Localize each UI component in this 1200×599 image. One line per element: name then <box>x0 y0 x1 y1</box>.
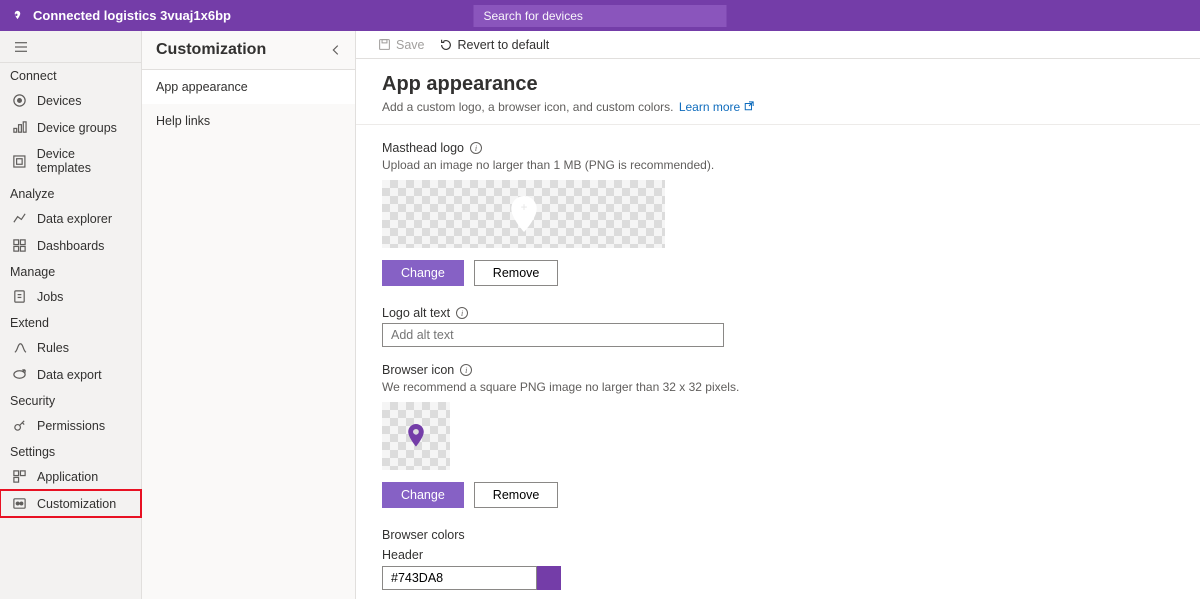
subnav-title: Customization <box>156 41 266 59</box>
bar-icon <box>12 120 27 135</box>
pin-icon <box>407 424 425 448</box>
nav-item-label: Jobs <box>37 290 63 304</box>
nav-item-label: Rules <box>37 341 69 355</box>
left-nav: Connect Devices Device groups Device templa… <box>0 31 142 599</box>
nav-item-label: Permissions <box>37 419 105 433</box>
chevron-left-icon[interactable] <box>329 43 343 57</box>
remove-browser-icon-button[interactable]: Remove <box>474 482 559 508</box>
browser-icon-label: Browser icon <box>382 363 454 377</box>
nav-item-label: Device templates <box>37 147 131 175</box>
app-icon <box>12 469 27 484</box>
save-label: Save <box>396 38 425 52</box>
form-content: Masthead logo i Upload an image no larger… <box>356 125 1200 599</box>
nav-item-label: Customization <box>37 497 116 511</box>
remove-masthead-button[interactable]: Remove <box>474 260 559 286</box>
nav-item-customization[interactable]: Customization <box>0 490 141 517</box>
templates-icon <box>12 154 27 169</box>
browser-icon-preview <box>382 402 450 470</box>
header-color-input[interactable] <box>382 566 537 590</box>
nav-item-device-groups[interactable]: Device groups <box>0 114 141 141</box>
masthead-label: Masthead logo <box>382 141 464 155</box>
nav-item-rules[interactable]: Rules <box>0 334 141 361</box>
info-icon[interactable]: i <box>470 142 482 154</box>
logo-alt-text-input[interactable] <box>382 323 724 347</box>
nav-item-dashboards[interactable]: Dashboards <box>0 232 141 259</box>
page-subtitle: Add a custom logo, a browser icon, and c… <box>382 100 1174 114</box>
browser-colors-label: Browser colors <box>382 528 465 542</box>
external-link-icon <box>744 101 754 111</box>
save-icon <box>378 38 391 51</box>
browser-icon-help: We recommend a square PNG image no large… <box>382 380 1174 394</box>
cust-icon <box>12 496 27 511</box>
info-icon[interactable]: i <box>460 364 472 376</box>
nav-item-application[interactable]: Application <box>0 463 141 490</box>
rules-icon <box>12 340 27 355</box>
perm-icon <box>12 418 27 433</box>
nav-item-label: Dashboards <box>37 239 104 253</box>
nav-section-header: Manage <box>0 259 141 283</box>
nav-section-header: Connect <box>0 63 141 87</box>
change-masthead-button[interactable]: Change <box>382 260 464 286</box>
alt-label: Logo alt text <box>382 306 450 320</box>
main: Save Revert to default App appearance Ad… <box>356 31 1200 599</box>
nav-item-permissions[interactable]: Permissions <box>0 412 141 439</box>
hamburger-icon <box>14 41 28 53</box>
nav-item-data-export[interactable]: Data export <box>0 361 141 388</box>
nav-section-header: Analyze <box>0 181 141 205</box>
nav-item-label: Data export <box>37 368 102 382</box>
dash-icon <box>12 238 27 253</box>
nav-item-jobs[interactable]: Jobs <box>0 283 141 310</box>
customization-subnav: Customization App appearanceHelp links <box>142 31 356 599</box>
devices-icon <box>12 93 27 108</box>
export-icon <box>12 367 27 382</box>
app-title: Connected logistics 3vuaj1x6bp <box>33 8 231 23</box>
masthead-help: Upload an image no larger than 1 MB (PNG… <box>382 158 1174 172</box>
search-input[interactable] <box>474 5 727 27</box>
nav-section-header: Extend <box>0 310 141 334</box>
command-bar: Save Revert to default <box>356 31 1200 59</box>
app-logo-icon <box>12 8 23 23</box>
header-color-label: Header <box>382 548 1174 562</box>
nav-item-data-explorer[interactable]: Data explorer <box>0 205 141 232</box>
subnav-item-app-appearance[interactable]: App appearance <box>142 70 355 104</box>
info-icon[interactable]: i <box>456 307 468 319</box>
learn-more-link[interactable]: Learn more <box>679 100 754 114</box>
nav-item-label: Application <box>37 470 98 484</box>
page-title: App appearance <box>382 73 1174 96</box>
nav-item-device-templates[interactable]: Device templates <box>0 141 141 181</box>
save-button[interactable]: Save <box>378 38 425 52</box>
nav-section-header: Security <box>0 388 141 412</box>
nav-item-label: Devices <box>37 94 81 108</box>
change-browser-icon-button[interactable]: Change <box>382 482 464 508</box>
svg-text:+: + <box>520 201 527 214</box>
pin-icon: + <box>511 196 537 232</box>
nav-section-header: Settings <box>0 439 141 463</box>
line-icon <box>12 211 27 226</box>
subnav-item-help-links[interactable]: Help links <box>142 104 355 138</box>
app-header: Connected logistics 3vuaj1x6bp <box>0 0 1200 31</box>
masthead-logo-preview: + <box>382 180 665 248</box>
revert-label: Revert to default <box>458 38 550 52</box>
nav-item-devices[interactable]: Devices <box>0 87 141 114</box>
header-color-swatch[interactable] <box>537 566 561 590</box>
revert-icon <box>439 38 453 52</box>
revert-button[interactable]: Revert to default <box>439 38 550 52</box>
page-head: App appearance Add a custom logo, a brow… <box>356 59 1200 125</box>
search-wrap <box>474 5 727 27</box>
nav-item-label: Data explorer <box>37 212 112 226</box>
jobs-icon <box>12 289 27 304</box>
collapse-nav-button[interactable] <box>0 31 141 63</box>
nav-item-label: Device groups <box>37 121 117 135</box>
